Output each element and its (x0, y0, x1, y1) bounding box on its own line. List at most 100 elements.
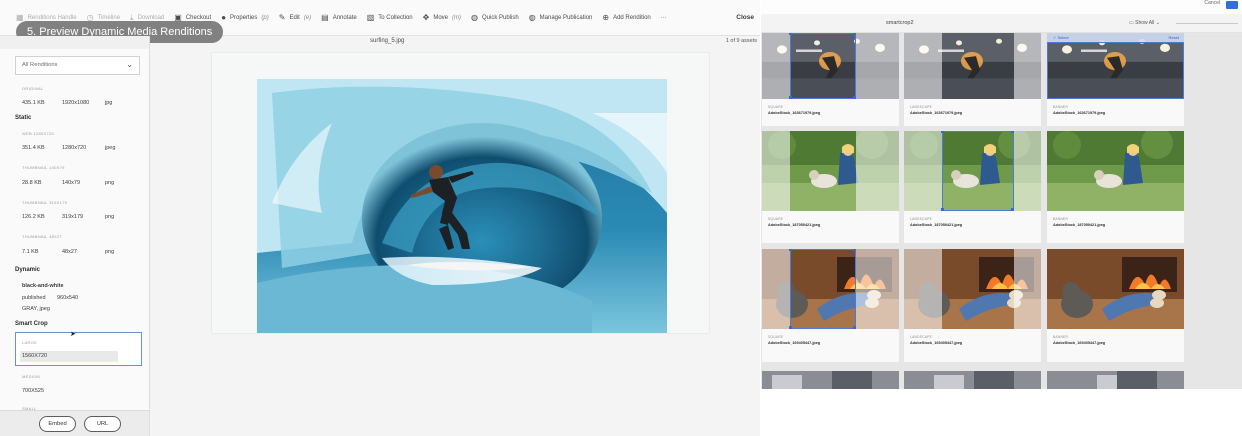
asset-filename: AdobeStock_187050421.jpeg (1053, 223, 1106, 227)
crop-handle[interactable] (941, 131, 944, 133)
crop-handle[interactable] (853, 96, 856, 99)
show-all-dropdown[interactable]: ▭ Show All ⌄ (1129, 20, 1160, 26)
crop-type-label: SQUARE (768, 217, 784, 221)
tile-thumbnail (762, 249, 899, 329)
smartcrop-tile[interactable]: ✓ Select Reset BANNER AdobeStock_163671979.… (1047, 33, 1184, 126)
crop-handle[interactable] (853, 33, 856, 35)
close-button[interactable]: Close (736, 14, 754, 21)
toolbar-item-label: Manage Publication (539, 14, 593, 21)
crop-rectangle[interactable] (941, 131, 1014, 211)
crop-mask (1014, 33, 1041, 99)
smartcrop-tile[interactable]: LANDSCAPE AdobeStock_187050421.jpeg (904, 131, 1041, 243)
tile-thumbnail (762, 371, 899, 389)
crop-handle[interactable] (789, 326, 792, 329)
smartcrop-tile[interactable]: LANDSCAPE AdobeStock_163671979.jpeg (904, 33, 1041, 126)
smartcrop-medium-item[interactable]: 700X525 (22, 388, 44, 394)
crop-mask (1014, 131, 1041, 211)
select-toggle[interactable]: ✓ Select (1053, 35, 1069, 40)
surfer-image (257, 79, 667, 333)
url-button[interactable]: URL (84, 416, 121, 432)
crop-mask (856, 131, 899, 211)
toolbar-item-pencil[interactable]: ✎ Edit (e) (278, 12, 311, 22)
smartcrop-label: MEDIUM (22, 374, 41, 379)
crop-type-label: SQUARE (768, 335, 784, 339)
toolbar-item-plus-circle[interactable]: ⊕ Add Rendition (602, 13, 651, 22)
asset-filename: AdobeStock_187050421.jpeg (910, 223, 963, 227)
toolbar-item-collection[interactable]: ▧ To Collection (366, 12, 413, 22)
smartcrop-tile[interactable] (762, 371, 899, 389)
smartcrop-large-item[interactable]: LARGE 1560X720 (15, 332, 142, 366)
toolbar-item-label: ··· (660, 14, 667, 21)
asset-detail-panel: ▦ Renditions Handle ◷ Timeline ⤓ Download ▣ Che… (0, 0, 760, 436)
toolbar-item-label: Timeline (97, 14, 121, 21)
crop-handle[interactable] (789, 96, 792, 99)
asset-filename: surfing_5.jpg (370, 38, 405, 44)
crop-handle[interactable] (789, 33, 792, 35)
crop-handle[interactable] (853, 326, 856, 329)
dynamic-preset-format: GRAY, jpeg (22, 306, 50, 312)
crop-type-label: BANNER (1053, 105, 1069, 109)
crop-mask (904, 33, 942, 99)
crop-handle[interactable] (1011, 208, 1014, 211)
toolbar-item-label: Checkout (185, 14, 212, 21)
chevron-down-icon: ⌄ (1154, 20, 1160, 26)
smartcrop-tile[interactable]: BANNER AdobeStock_187050421.jpeg (1047, 131, 1184, 243)
right-bottom-blank (761, 389, 1242, 436)
crop-rectangle[interactable] (789, 33, 856, 99)
smartcrop-tile[interactable] (1047, 371, 1184, 389)
tile-thumbnail: ✓ Select Reset (1047, 33, 1184, 99)
toolbar-item-label: Move (433, 14, 449, 21)
rendition-label: THUMBNAIL 140X79 (22, 165, 65, 170)
embed-button[interactable]: Embed (39, 416, 76, 432)
toolbar-item-info[interactable]: ● Properties (p) (221, 13, 269, 22)
original-label: ORIGINAL (22, 86, 44, 91)
toolbar-item-publish[interactable]: ◍ Quick Publish (471, 13, 519, 22)
toolbar-item-label: Annotate (332, 14, 357, 21)
comment-icon: ▤ (321, 12, 329, 22)
toolbar-item-label: Add Rendition (613, 14, 651, 21)
dynamic-heading: Dynamic (15, 267, 41, 273)
right-top-bar: Cancel (761, 0, 1242, 14)
chevron-down-icon: ⌄ (126, 60, 133, 69)
dynamic-preset-name[interactable]: black-and-white (22, 283, 64, 289)
smartcrop-tile[interactable]: SQUARE AdobeStock_187050421.jpeg (762, 131, 899, 243)
grid-icon: ▦ (16, 12, 24, 22)
toolbar-item-move[interactable]: ✥ Move (m) (423, 13, 461, 22)
save-button[interactable] (1226, 1, 1238, 9)
smartcrop-heading: Smart Crop (15, 321, 48, 327)
zoom-slider[interactable] (1176, 23, 1238, 24)
collection-icon: ▧ (366, 12, 375, 22)
asset-filename: AdobeStock_169405447.jpeg (1053, 341, 1106, 345)
tile-thumbnail (1047, 249, 1184, 329)
smartcrop-tile[interactable]: BANNER AdobeStock_169405447.jpeg (1047, 249, 1184, 362)
pencil-icon: ✎ (278, 12, 286, 22)
toolbar-item-label: Properties (230, 14, 258, 21)
smartcrop-tile[interactable]: LANDSCAPE AdobeStock_169405447.jpeg (904, 249, 1041, 362)
smartcrop-panel: Cancel smartcrop2 ▭ Show All ⌄ SQUARE Ado… (761, 0, 1242, 436)
crop-mask (762, 33, 790, 99)
crop-mask (762, 249, 790, 329)
reset-link[interactable]: Reset (1169, 35, 1179, 40)
smartcrop-label: LARGE (22, 340, 38, 345)
cancel-link[interactable]: Cancel (1204, 0, 1220, 6)
renditions-filter-select[interactable]: All Renditions ⌄ (15, 56, 140, 75)
crop-type-label: SQUARE (768, 105, 784, 109)
smartcrop-tile[interactable]: SQUARE AdobeStock_169405447.jpeg (762, 249, 899, 362)
smartcrop-tile[interactable]: SQUARE AdobeStock_163671979.jpeg (762, 33, 899, 126)
toolbar-item-more[interactable]: ··· (661, 15, 667, 21)
crop-handle[interactable] (1011, 131, 1014, 133)
toolbar-item-label: Quick Publish (482, 14, 519, 21)
toolbar-item-label: Download (137, 14, 165, 21)
crop-handle[interactable] (941, 208, 944, 211)
crop-rectangle[interactable] (789, 249, 856, 329)
crop-handle[interactable] (789, 249, 792, 251)
asset-filename: AdobeStock_163671979.jpeg (910, 111, 963, 115)
tile-thumbnail (904, 371, 1041, 389)
crop-handle[interactable] (853, 249, 856, 251)
toolbar-item-comment[interactable]: ▤ Annotate (321, 12, 357, 22)
crop-type-label: LANDSCAPE (910, 335, 933, 339)
crop-mask (904, 131, 942, 211)
smartcrop-tile[interactable] (904, 371, 1041, 389)
toolbar-item-manage-publish[interactable]: ◍ Manage Publication (529, 13, 593, 22)
crop-rectangle[interactable] (1047, 42, 1184, 99)
